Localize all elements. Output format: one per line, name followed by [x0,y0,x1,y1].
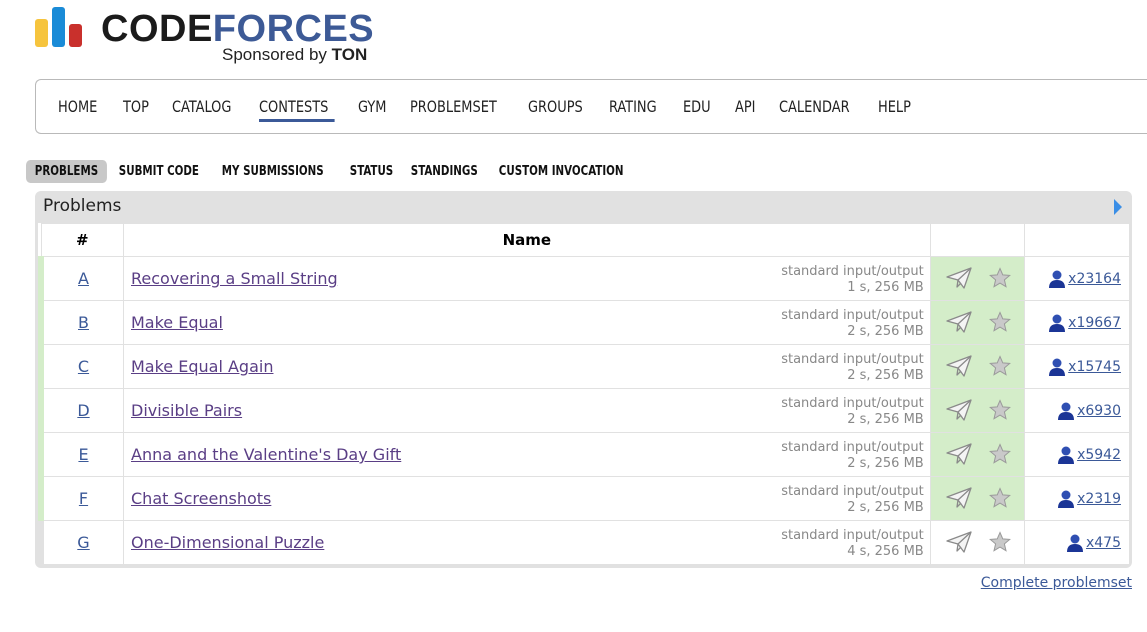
problem-name-link[interactable]: Anna and the Valentine's Day Gift [131,445,401,464]
problem-row: G One-Dimensional Puzzle standard input/… [38,520,1130,565]
problem-row: F Chat Screenshots standard input/output… [38,476,1130,521]
problem-limits: standard input/output 2 s, 256 MB [781,484,924,515]
problem-limits: standard input/output 2 s, 256 MB [781,440,924,471]
paper-plane-icon[interactable] [945,354,973,378]
user-icon [1049,270,1066,288]
star-icon[interactable] [988,399,1011,421]
star-icon[interactable] [988,267,1011,289]
solved-count-link[interactable]: x6930 [1077,403,1121,419]
solved-count-link[interactable]: x19667 [1068,315,1121,331]
problem-index-link[interactable]: G [77,533,89,552]
problems-table: # Name A Recovering a Small String stand… [38,223,1130,565]
star-icon[interactable] [988,487,1011,509]
problem-limits: standard input/output 2 s, 256 MB [781,352,924,383]
subnav-item-my-submissions[interactable]: MY SUBMISSIONS [213,160,332,183]
codeforces-logo[interactable]: CODEFORCES Sponsored by TON [35,5,395,67]
problem-row: D Divisible Pairs standard input/output 2… [38,388,1130,433]
panel-title: Problems [43,196,122,216]
paper-plane-icon[interactable] [945,530,973,554]
complete-problemset-link[interactable]: Complete problemset [981,575,1132,591]
problem-name-link[interactable]: Make Equal [131,313,223,332]
problem-row: E Anna and the Valentine's Day Gift stan… [38,432,1130,477]
sponsor-line: Sponsored by TON [222,45,368,64]
col-header-solved [1024,223,1130,257]
user-icon [1058,490,1075,508]
solved-count-link[interactable]: x15745 [1068,359,1121,375]
problem-name-link[interactable]: Chat Screenshots [131,489,271,508]
triangle-right-icon[interactable] [1114,199,1122,215]
subnav-item-problems[interactable]: PROBLEMS [26,160,107,183]
solved-count-link[interactable]: x23164 [1068,271,1121,287]
nav-item-gym[interactable]: GYM [358,97,386,116]
nav-item-help[interactable]: HELP [878,97,911,116]
nav-item-problemset[interactable]: PROBLEMSET [410,97,497,116]
logo-bars-icon [35,5,87,47]
user-icon [1058,402,1075,420]
problem-name-link[interactable]: Divisible Pairs [131,401,242,420]
table-header-row: # Name [40,223,1130,257]
problem-row: C Make Equal Again standard input/output… [38,344,1130,389]
problem-limits: standard input/output 4 s, 256 MB [781,528,924,559]
star-icon[interactable] [988,443,1011,465]
problems-panel: Problems # Name A Recovering a Small Str… [35,191,1132,568]
star-icon[interactable] [988,311,1011,333]
col-header-index: # [40,223,124,257]
nav-item-home[interactable]: HOME [58,97,97,116]
problem-index-link[interactable]: A [78,269,89,288]
solved-count-link[interactable]: x5942 [1077,447,1121,463]
user-icon [1049,358,1066,376]
problem-name-link[interactable]: Recovering a Small String [131,269,338,288]
paper-plane-icon[interactable] [945,398,973,422]
problem-limits: standard input/output 2 s, 256 MB [781,308,924,339]
problem-index-link[interactable]: F [79,489,88,508]
problem-row: A Recovering a Small String standard inp… [38,256,1130,301]
paper-plane-icon[interactable] [945,442,973,466]
problem-index-link[interactable]: D [77,401,89,420]
user-icon [1058,446,1075,464]
problem-name-link[interactable]: Make Equal Again [131,357,273,376]
solved-count-link[interactable]: x475 [1086,535,1121,551]
paper-plane-icon[interactable] [945,486,973,510]
paper-plane-icon[interactable] [945,266,973,290]
star-icon[interactable] [988,531,1011,553]
problem-index-link[interactable]: C [78,357,89,376]
problem-index-link[interactable]: E [78,445,88,464]
problem-limits: standard input/output 2 s, 256 MB [781,396,924,427]
solved-count-link[interactable]: x2319 [1077,491,1121,507]
contest-sub-nav: PROBLEMS SUBMIT CODE MY SUBMISSIONS STATUS S… [26,159,644,184]
problem-row: B Make Equal standard input/output 2 s, 2… [38,300,1130,345]
subnav-item-standings[interactable]: STANDINGS [402,160,487,183]
subnav-item-custom-invocation[interactable]: CUSTOM INVOCATION [490,160,632,183]
nav-item-top[interactable]: TOP [123,97,149,116]
problem-limits: standard input/output 1 s, 256 MB [781,264,924,295]
col-header-name: Name [123,223,931,257]
problem-name-link[interactable]: One-Dimensional Puzzle [131,533,324,552]
paper-plane-icon[interactable] [945,310,973,334]
nav-item-rating[interactable]: RATING [609,97,657,116]
problem-index-link[interactable]: B [78,313,89,332]
nav-item-api[interactable]: API [735,97,755,116]
subnav-item-status[interactable]: STATUS [341,160,402,183]
nav-item-edu[interactable]: EDU [683,97,711,116]
main-nav: HOME TOP CATALOG CONTESTS GYM PROBLEMSET GROUP… [35,79,1147,134]
nav-item-catalog[interactable]: CATALOG [172,97,231,116]
nav-item-groups[interactable]: GROUPS [528,97,583,116]
star-icon[interactable] [988,355,1011,377]
col-header-actions [929,223,1026,257]
user-icon [1066,534,1083,552]
nav-item-calendar[interactable]: CALENDAR [779,97,850,116]
user-icon [1049,314,1066,332]
nav-item-contests[interactable]: CONTESTS [259,97,336,122]
subnav-item-submit-code[interactable]: SUBMIT CODE [110,160,208,183]
